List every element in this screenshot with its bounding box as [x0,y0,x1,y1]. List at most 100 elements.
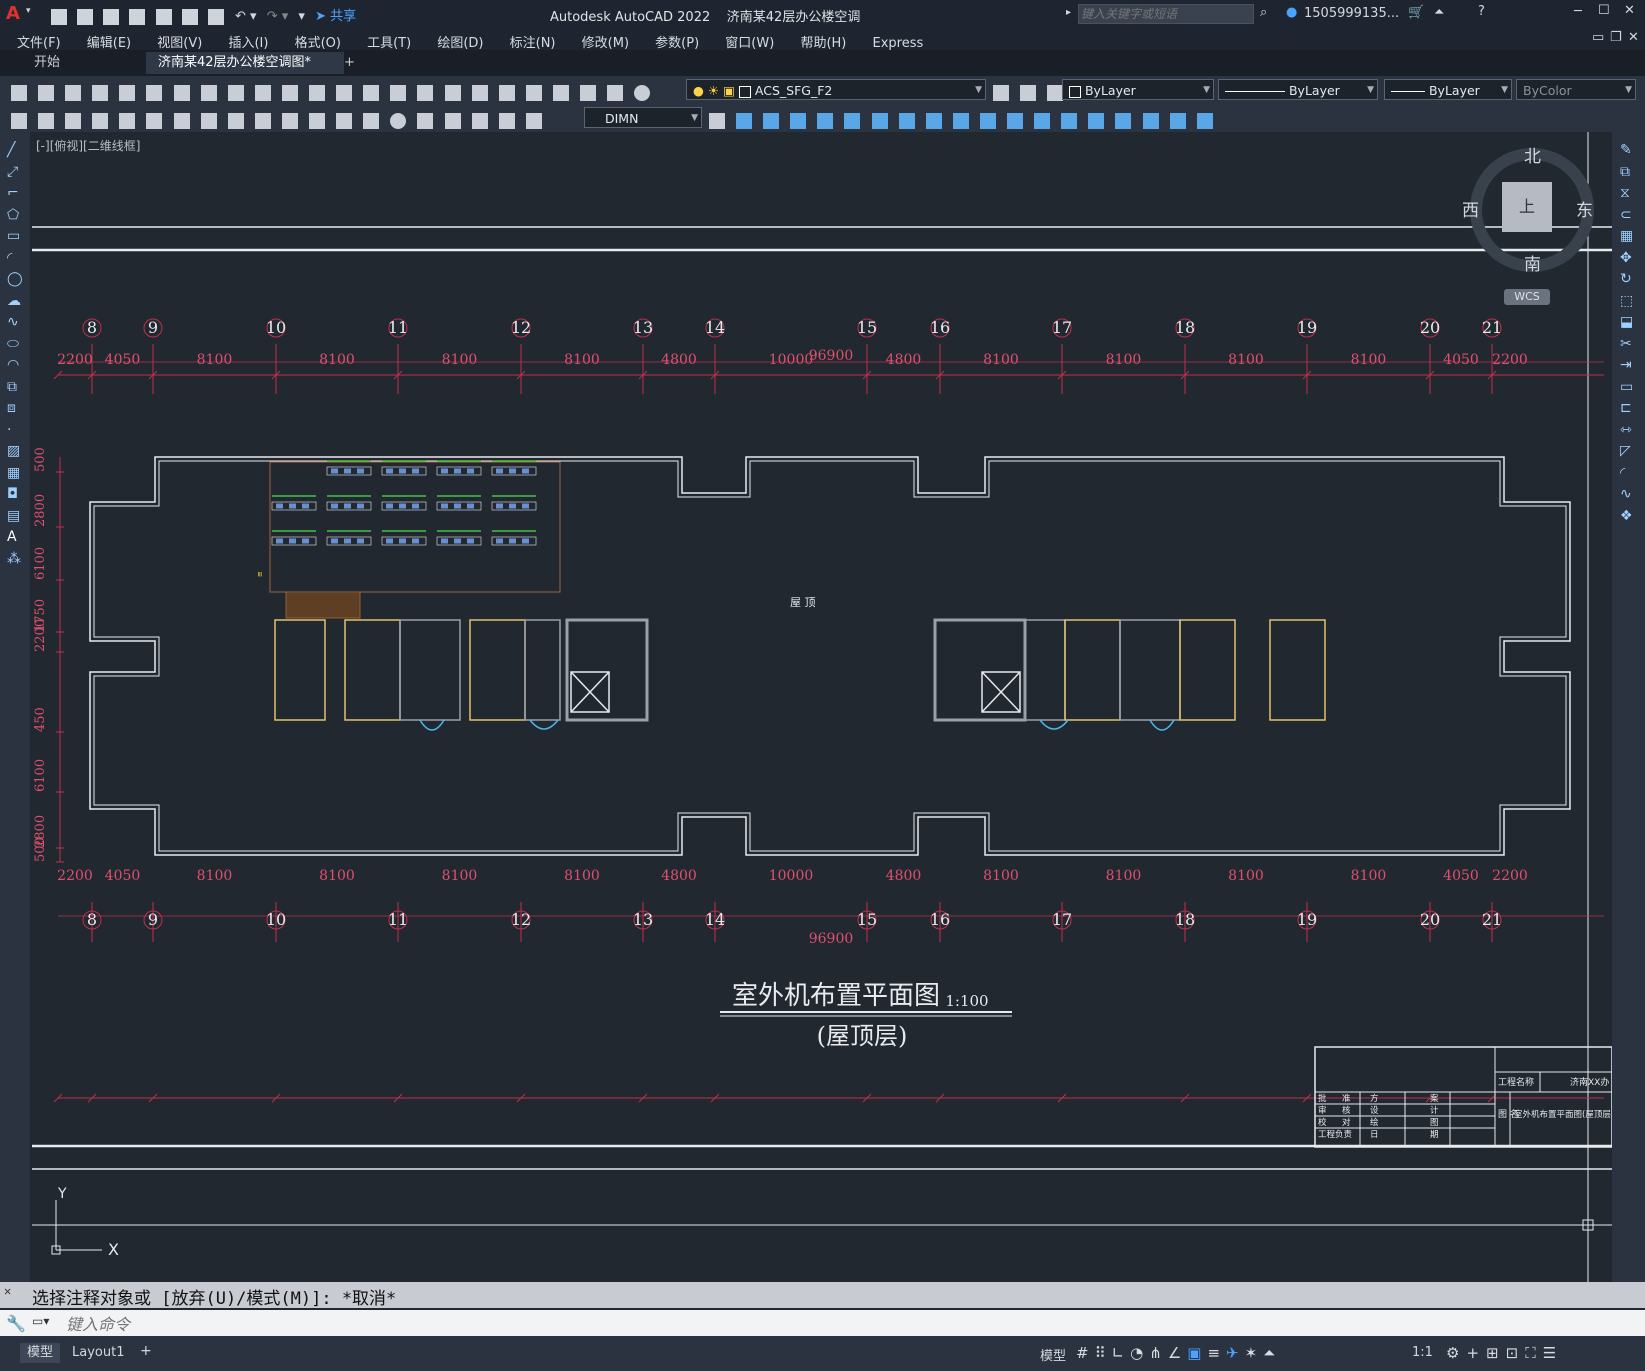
save-tool-icon[interactable] [65,84,82,101]
explode-side-icon[interactable]: ❖ [1620,506,1637,528]
insert-block-icon[interactable]: ⧉ [7,377,23,399]
blend-side-icon[interactable]: ∿ [1620,484,1637,506]
trim-icon[interactable] [979,112,996,129]
viewcube-top-face[interactable]: 上 [1502,182,1552,232]
region-icon[interactable]: ◘ [7,484,23,506]
quick-dim-icon[interactable] [227,112,244,129]
viewcube-east[interactable]: 东 [1576,196,1593,221]
open-icon[interactable] [38,84,55,101]
crosshair-icon[interactable]: + [1466,1344,1486,1362]
viewcube-south[interactable]: 南 [1524,250,1541,275]
wcs-menu[interactable]: WCS [1504,289,1550,305]
copy-object-icon[interactable] [763,112,780,129]
array-icon[interactable] [844,112,861,129]
layout-tab-layout1[interactable]: Layout1 [72,1345,124,1360]
search-icon[interactable]: ⌕ [1260,5,1267,20]
arc-icon[interactable]: ◜ [7,248,23,270]
redo-icon[interactable]: ↷ ▾ [267,9,289,24]
construction-line-icon[interactable]: ⤢ [7,162,23,184]
dim-continue-icon[interactable] [281,112,298,129]
plotstyle-dropdown[interactable]: ByColor ▼ [1516,79,1636,100]
mirror-side-icon[interactable]: ⧖ [1620,183,1637,205]
dim-text-edit-icon[interactable] [498,112,515,129]
scale-side-icon[interactable]: ⬚ [1620,291,1637,313]
rectangle-icon[interactable]: ▭ [7,226,23,248]
dim-space-icon[interactable] [309,112,326,129]
dim-baseline-icon[interactable] [254,112,271,129]
print-icon[interactable] [207,8,224,25]
jogged-linear-icon[interactable] [444,112,461,129]
settings-gear-icon[interactable]: ⚙ [1446,1344,1466,1362]
publish-tool-icon[interactable] [146,84,163,101]
share-button[interactable]: 共享 [330,9,356,24]
fillet-icon[interactable] [1115,112,1132,129]
revcloud-icon[interactable]: ☁ [7,291,23,313]
dim-aligned-icon[interactable] [38,112,55,129]
customize-menu-icon[interactable]: ☰ [1543,1344,1563,1362]
break-icon[interactable] [1034,112,1051,129]
redo-tool-icon[interactable] [336,84,353,101]
hatch-icon[interactable]: ▨ [7,441,23,463]
command-input[interactable] [64,1312,1628,1336]
plot-icon[interactable] [92,84,109,101]
linetype-dropdown[interactable]: ByLayer ▼ [1218,79,1378,100]
make-block-icon[interactable]: ⧈ [7,398,23,420]
layer-previous-icon[interactable] [1020,84,1037,101]
join-side-icon[interactable]: ⇿ [1620,420,1637,442]
quick-properties-icon[interactable]: ⊡ [1506,1344,1526,1362]
save-icon[interactable] [103,8,120,25]
preview-icon[interactable] [119,84,136,101]
dim-arc-icon[interactable] [65,112,82,129]
markup-icon[interactable] [579,84,596,101]
fillet-side-icon[interactable]: ◜ [1620,463,1637,485]
viewcube-north[interactable]: 北 [1524,142,1541,167]
polar-icon[interactable]: ◔ [1130,1344,1149,1362]
polyline-icon[interactable]: ⌐ [7,183,23,205]
autodesk-a360-icon[interactable]: ⏶ [1434,5,1444,20]
dim-edit-icon[interactable] [471,112,488,129]
extend-icon[interactable] [1007,112,1024,129]
block-editor-icon[interactable] [281,84,298,101]
expand-arrow-icon[interactable]: ▸ [1066,7,1071,18]
dimstyle-dropdown[interactable]: DIMN ▼ [584,107,702,128]
trim-side-icon[interactable]: ✂ [1620,334,1637,356]
chamfer-side-icon[interactable]: ◸ [1620,441,1637,463]
fullscreen-icon[interactable]: ⛶ [1525,1344,1543,1362]
erase-side-icon[interactable]: ✎ [1620,140,1637,162]
add-layout-button[interactable]: + [140,1343,152,1359]
copy-side-icon[interactable]: ⧉ [1620,162,1637,184]
osnap-icon[interactable]: ∠ [1168,1344,1187,1362]
undo-tool-icon[interactable] [309,84,326,101]
maximize-icon[interactable]: ☐ [1598,3,1610,18]
doc-minimize-icon[interactable]: ▭ [1592,30,1604,45]
dim-angular-icon[interactable] [200,112,217,129]
properties-icon[interactable] [471,84,488,101]
ortho-icon[interactable]: ∟ [1112,1344,1131,1362]
help-tool-icon[interactable] [634,84,651,101]
make-current-icon[interactable] [993,84,1009,101]
rotate-icon[interactable] [898,112,915,129]
tool-palettes-icon[interactable] [525,84,542,101]
spline-icon[interactable]: ∿ [7,312,23,334]
new-tab-button[interactable]: + [332,52,367,74]
line-icon[interactable]: ╱ [7,140,23,162]
dim-radius-icon[interactable] [119,112,136,129]
inspection-icon[interactable] [417,112,434,129]
dim-update-icon[interactable] [525,112,542,129]
tolerance-icon[interactable] [363,112,380,129]
gradient-icon[interactable]: ▦ [7,463,23,485]
draw-order-icon[interactable] [1169,112,1186,129]
mirror-icon[interactable] [790,112,807,129]
chevron-down-icon[interactable]: ▾ [26,6,31,16]
explode-icon[interactable] [1142,112,1159,129]
user-icon[interactable]: ● [1286,5,1297,20]
dim-linear-icon[interactable] [11,112,27,129]
model-space-button[interactable]: 模型 [1040,1345,1066,1364]
close-icon[interactable]: ✕ [1624,3,1635,18]
otrack-icon[interactable]: ▣ [1187,1344,1207,1362]
move-side-icon[interactable]: ✥ [1620,248,1637,270]
dim-jogged-icon[interactable] [146,112,163,129]
design-center-icon[interactable] [498,84,515,101]
move-icon[interactable] [871,112,888,129]
paste-icon[interactable] [227,84,244,101]
